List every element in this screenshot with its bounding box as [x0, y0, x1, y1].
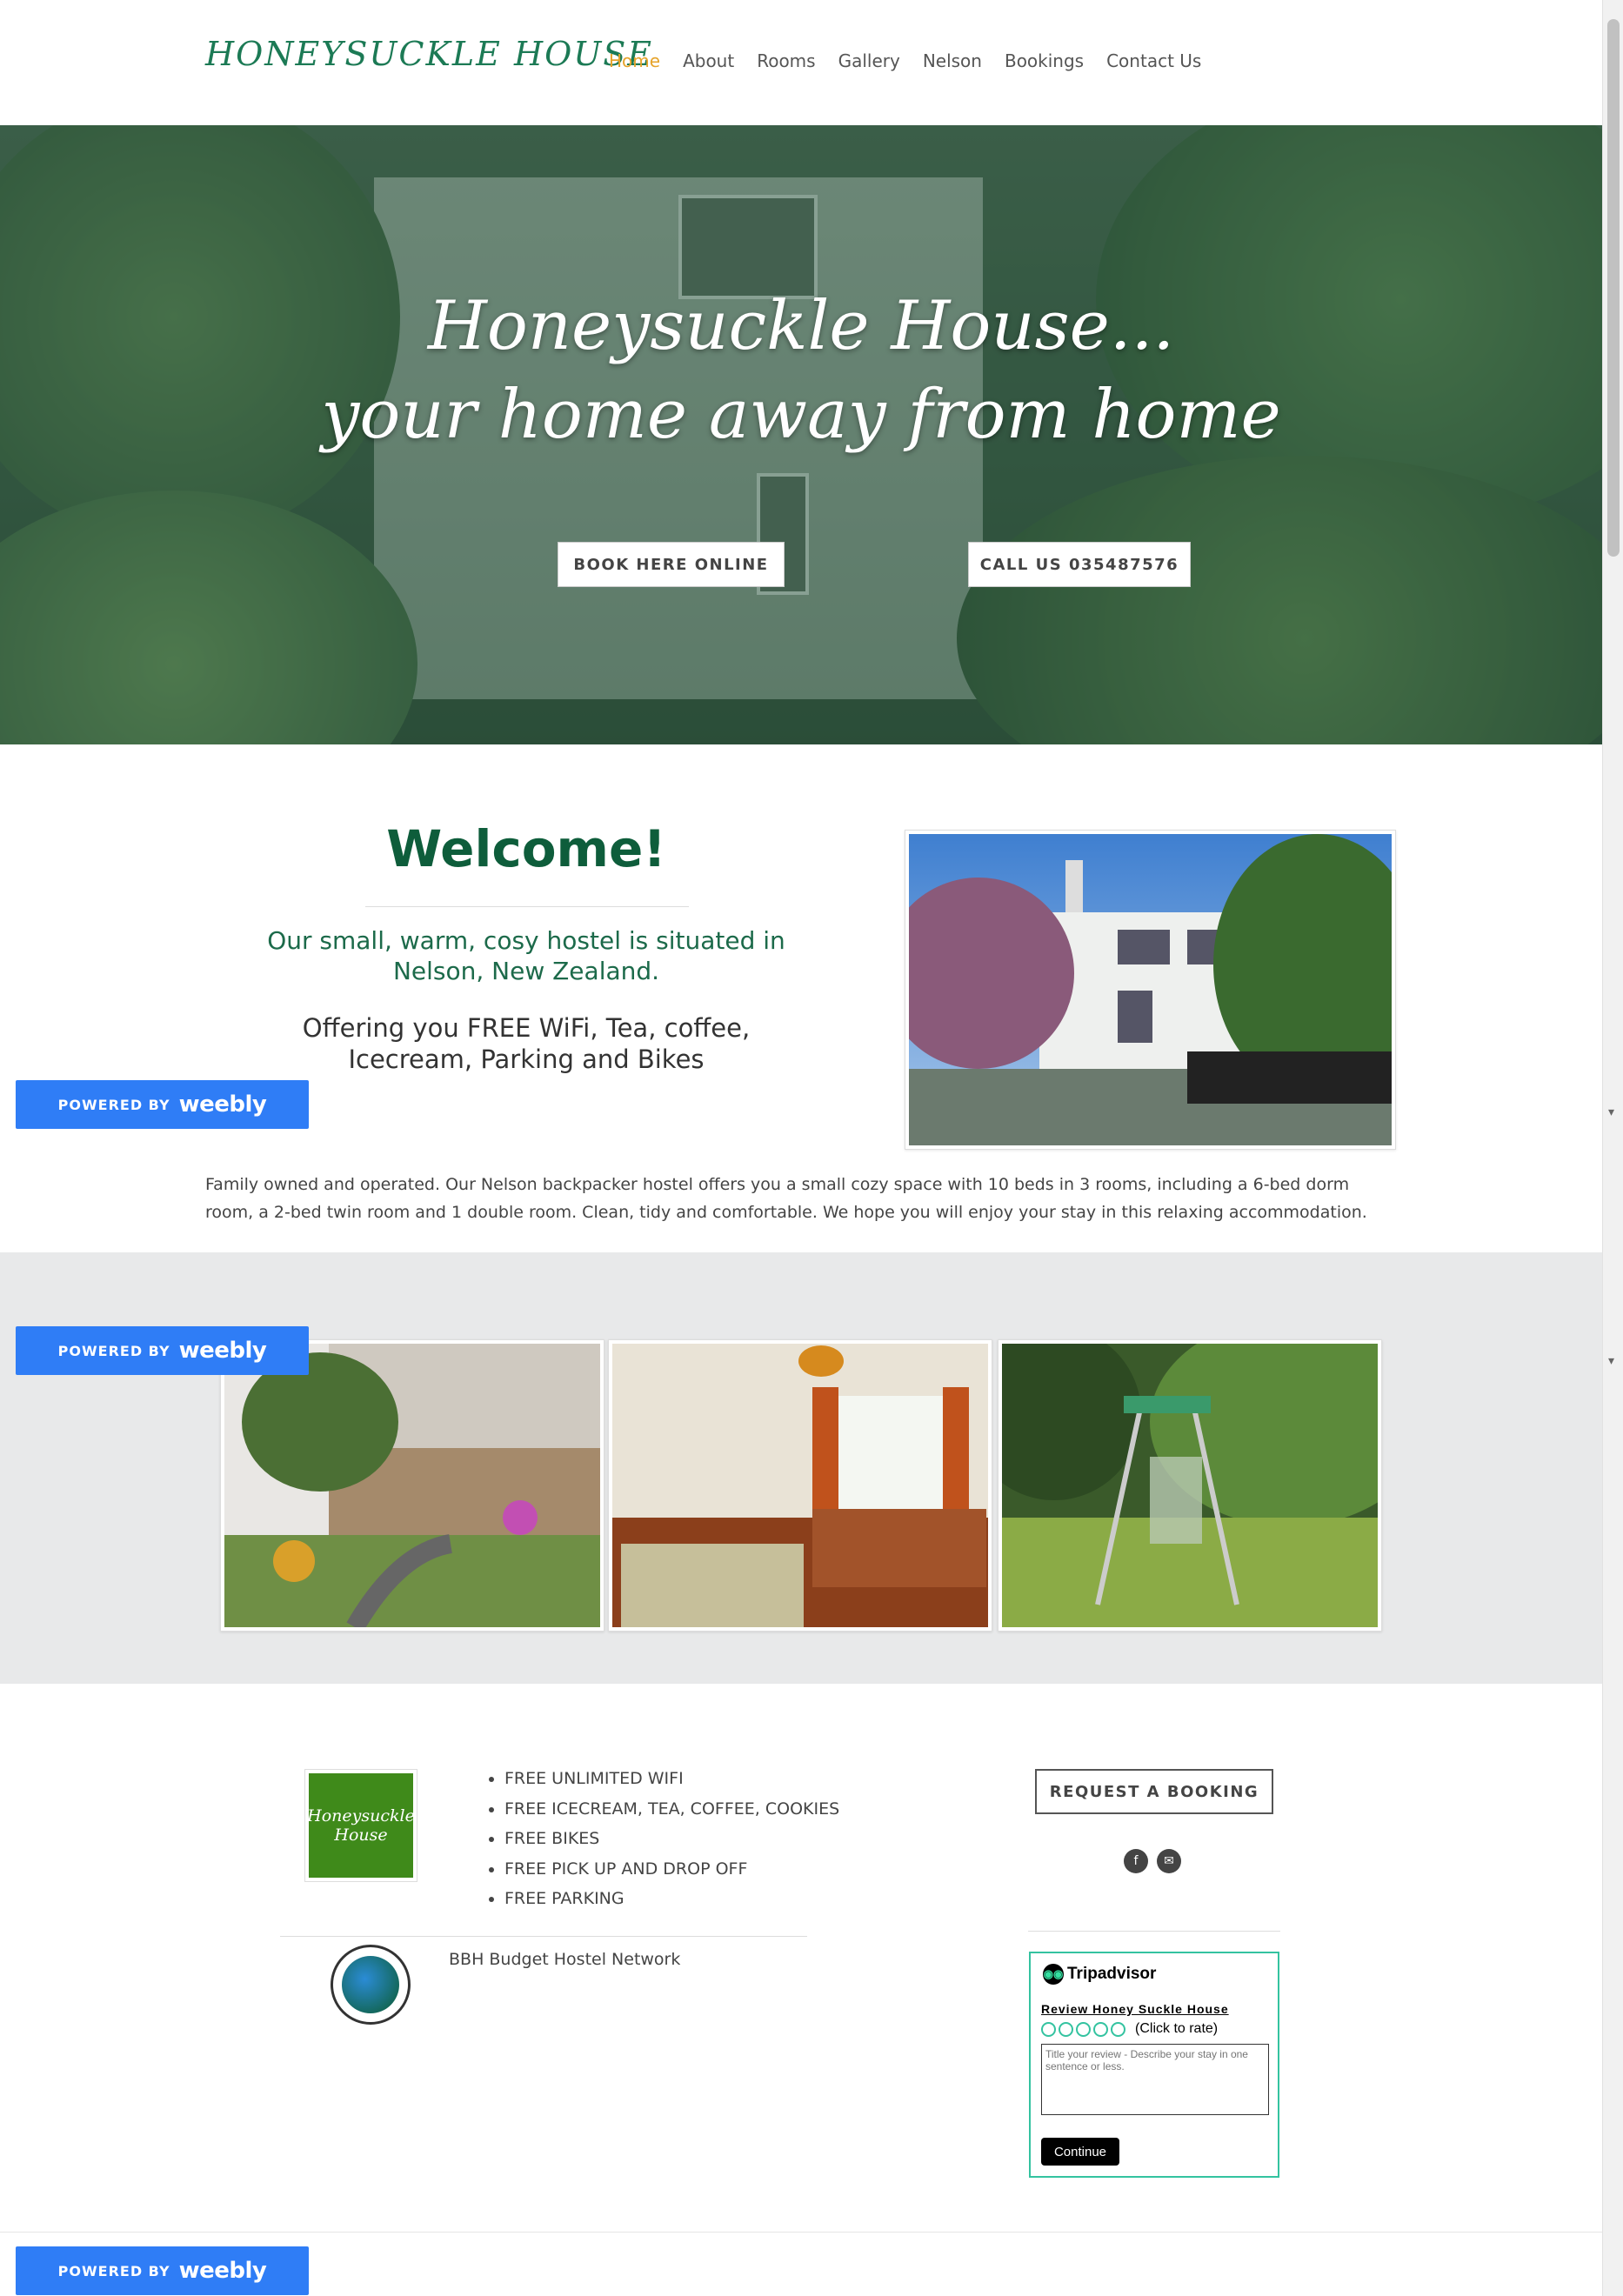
rating-bubble-3[interactable] — [1076, 2021, 1091, 2037]
book-online-button[interactable]: BOOK HERE ONLINE — [558, 542, 785, 587]
hero-title-line2: your home away from home — [321, 376, 1281, 454]
honeysuckle-logo-image: Honeysuckle House — [304, 1769, 417, 1882]
click-to-rate-label: (Click to rate) — [1135, 2021, 1219, 2036]
site-header: HONEYSUCKLE HOUSE Home About Rooms Galle… — [0, 0, 1602, 125]
rating-bubble-1[interactable] — [1041, 2021, 1056, 2037]
list-item: FREE PICK UP AND DROP OFF — [504, 1854, 839, 1885]
features-list: FREE UNLIMITED WIFI FREE ICECREAM, TEA, … — [487, 1764, 839, 1914]
tripadvisor-widget: ◉◉ Tripadvisor Review Honey Suckle House… — [1029, 1952, 1279, 2178]
scrollbar-thumb[interactable] — [1607, 19, 1620, 557]
welcome-body: Family owned and operated. Our Nelson ba… — [205, 1175, 1367, 1222]
site-logo[interactable]: HONEYSUCKLE HOUSE — [205, 35, 653, 73]
divider — [280, 1936, 807, 1937]
list-item: FREE PARKING — [504, 1884, 839, 1914]
nav-bookings[interactable]: Bookings — [1005, 50, 1084, 71]
rating-bubbles: (Click to rate) — [1041, 2021, 1218, 2037]
welcome-offering: Offering you FREE WiFi, Tea, coffee, Ice… — [302, 1013, 751, 1074]
nav-contact-us[interactable]: Contact Us — [1106, 50, 1201, 71]
welcome-subtitle: Our small, warm, cosy hostel is situated… — [267, 926, 785, 985]
list-item: FREE BIKES — [504, 1824, 839, 1854]
list-item: FREE UNLIMITED WIFI — [504, 1764, 839, 1794]
review-title-input[interactable] — [1041, 2044, 1269, 2115]
main-nav: Home About Rooms Gallery Nelson Bookings… — [609, 50, 1201, 71]
page-scrollbar[interactable]: ▾ ▾ — [1602, 0, 1623, 2296]
rating-bubble-5[interactable] — [1111, 2021, 1125, 2037]
nav-about[interactable]: About — [683, 50, 734, 71]
bbh-label: BBH Budget Hostel Network — [449, 1950, 681, 1969]
tripadvisor-owl-icon: ◉◉ — [1043, 1964, 1064, 1985]
bedroom-photo[interactable] — [608, 1339, 992, 1632]
request-booking-button[interactable]: REQUEST A BOOKING — [1035, 1769, 1273, 1814]
list-item: FREE ICECREAM, TEA, COFFEE, COOKIES — [504, 1794, 839, 1825]
nav-rooms[interactable]: Rooms — [757, 50, 815, 71]
nav-gallery[interactable]: Gallery — [838, 50, 900, 71]
rating-bubble-4[interactable] — [1093, 2021, 1108, 2037]
call-us-button[interactable]: CALL US 035487576 — [968, 542, 1191, 587]
powered-by-weebly-badge[interactable]: POWERED BY weebly — [16, 2246, 309, 2295]
welcome-title: Welcome! — [386, 819, 666, 878]
gallery-section — [0, 1252, 1602, 1684]
divider — [365, 906, 689, 907]
scroll-down-arrow-icon[interactable]: ▾ — [1608, 1355, 1614, 1367]
nav-home[interactable]: Home — [609, 50, 660, 71]
powered-by-weebly-badge[interactable]: POWERED BY weebly — [16, 1326, 309, 1375]
tripadvisor-brand: Tripadvisor — [1067, 1965, 1157, 1983]
garden-photo[interactable] — [220, 1339, 604, 1632]
scroll-down-arrow-icon[interactable]: ▾ — [1608, 1106, 1614, 1118]
hero-title-line1: Honeysuckle House... — [427, 287, 1175, 365]
divider — [1028, 1931, 1280, 1932]
email-icon[interactable]: ✉ — [1157, 1849, 1181, 1873]
review-link[interactable]: Review Honey Suckle House — [1041, 2002, 1229, 2016]
footer-divider — [0, 2232, 1602, 2233]
welcome-section: Welcome! Our small, warm, cosy hostel is… — [0, 744, 1602, 1252]
backyard-photo[interactable] — [967, 1318, 1428, 1632]
bbh-kiwi-logo[interactable] — [331, 1945, 411, 2025]
rating-bubble-2[interactable] — [1059, 2021, 1073, 2037]
facebook-icon[interactable]: f — [1124, 1849, 1148, 1873]
features-section: Honeysuckle House FREE UNLIMITED WIFI FR… — [0, 1684, 1602, 2232]
continue-button[interactable]: Continue — [1041, 2138, 1119, 2166]
house-photo[interactable] — [883, 830, 1422, 1150]
nav-nelson[interactable]: Nelson — [923, 50, 982, 71]
hero-banner: Honeysuckle House... your home away from… — [0, 125, 1602, 744]
powered-by-weebly-badge[interactable]: POWERED BY weebly — [16, 1080, 309, 1129]
